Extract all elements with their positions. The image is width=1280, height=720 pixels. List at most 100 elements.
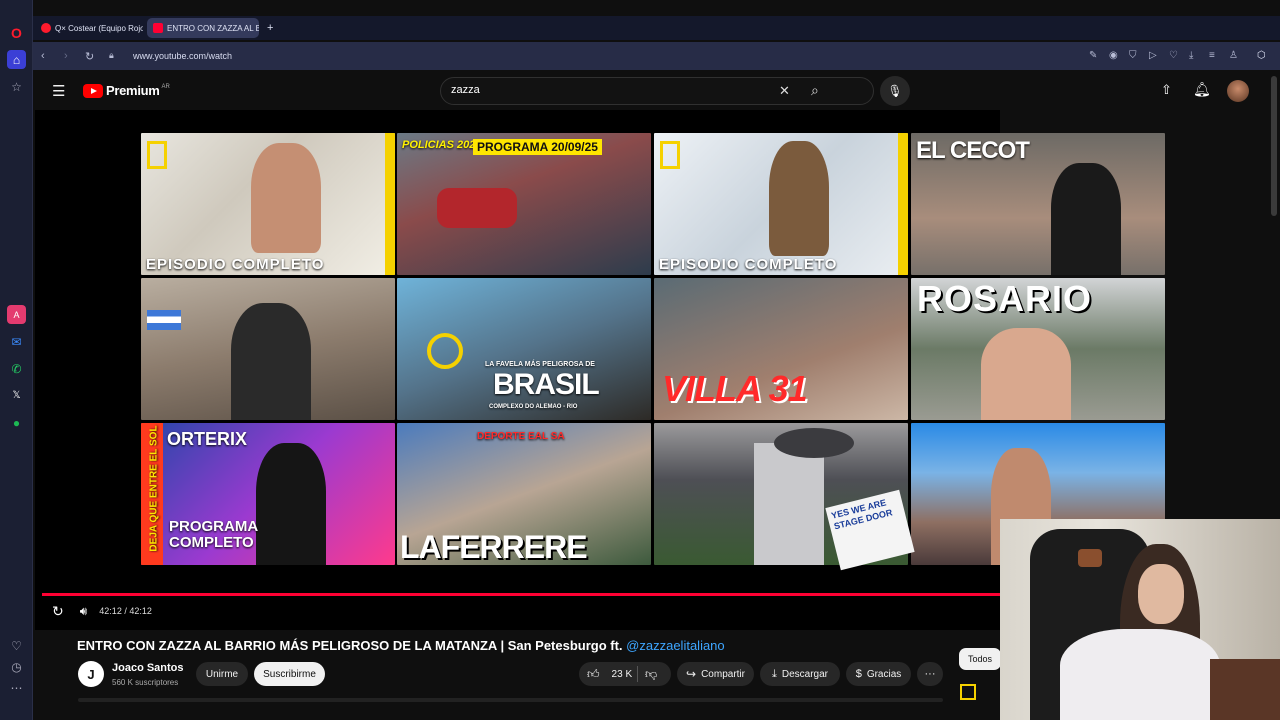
tab-costear[interactable]: Q× Costear (Equipo Rojo)	[35, 18, 143, 38]
progress-bar[interactable]	[42, 593, 1000, 596]
spotify-icon[interactable]: ●	[7, 413, 26, 432]
endscreen-video-tile[interactable]: LA FAVELA MÁS PELIGROSA DE BRASIL COMPLE…	[397, 278, 651, 420]
hamburger-menu-icon[interactable]: ☰	[52, 82, 65, 100]
tile-caption: EL CECOT	[916, 137, 1030, 164]
mention-link[interactable]: @zazzaelitaliano	[626, 638, 724, 653]
thanks-button[interactable]: $ Gracias	[846, 662, 911, 686]
like-icon[interactable]: 👍︎	[587, 667, 600, 682]
camera-icon[interactable]: ◉	[1109, 50, 1118, 61]
tab-bar: Q× Costear (Equipo Rojo) ENTRO CON ZAZZA…	[33, 16, 1280, 40]
bookmarks-icon[interactable]: ☆	[7, 77, 26, 96]
url-field[interactable]: www.youtube.com/watch	[133, 48, 232, 64]
chip-label: Todos	[967, 654, 993, 664]
aria-icon[interactable]: A	[7, 305, 26, 324]
microphone-icon: 🎙︎	[887, 84, 903, 98]
natgeo-thumbnail-icon[interactable]	[960, 684, 976, 700]
new-tab-button[interactable]: +	[262, 18, 280, 38]
youtube-favicon-icon	[153, 23, 163, 33]
endscreen-video-tile[interactable]: EPISODIO COMPLETO	[141, 133, 395, 275]
address-bar: ‹ › ↻ 🔒︎ www.youtube.com/watch ✎ ◉ ⛉ ▷ ♡…	[33, 42, 1280, 70]
replay-icon[interactable]: ↻	[52, 603, 64, 620]
subscriber-count: 560 K suscriptores	[112, 678, 179, 687]
youtube-play-logo-icon	[83, 83, 103, 98]
title-text: ENTRO CON ZAZZA AL BARRIO MÁS PELIGROSO …	[77, 638, 623, 653]
natgeo-logo-icon	[147, 141, 167, 169]
messenger-icon[interactable]: ✉	[7, 332, 26, 351]
search-input[interactable]	[451, 84, 771, 96]
scrollbar[interactable]	[1271, 76, 1277, 216]
endscreen-video-tile[interactable]: DEPORTE EAL SA LAFERRERE	[397, 423, 651, 565]
endscreen-video-tile[interactable]: DEJA QUE ENTRE EL SOL ORTERIX PROGRAMA C…	[141, 423, 395, 565]
youtube-logo[interactable]: Premium AR	[83, 83, 170, 98]
thanks-heart-icon: $	[855, 668, 862, 680]
youtube-header: ☰ Premium AR ✕ ⌕ 🎙︎ ⇧ 🔔︎	[35, 72, 1270, 110]
like-count: 23 K	[611, 668, 633, 680]
tile-subtitle: COMPLEXO DO ALEMAO - RIO	[489, 404, 578, 410]
x-twitter-icon[interactable]: 𝕏	[7, 386, 26, 405]
whatsapp-icon[interactable]: ✆	[7, 359, 26, 378]
avatar-initial: J	[87, 666, 95, 682]
subscribe-button[interactable]: Suscribirme	[254, 662, 325, 686]
play-icon[interactable]: ▷	[1149, 50, 1157, 61]
description-box[interactable]	[78, 698, 943, 702]
join-button[interactable]: Unirme	[196, 662, 248, 686]
search-icon[interactable]: ⌕	[811, 82, 819, 99]
history-icon[interactable]: ◷	[7, 657, 26, 676]
home-icon[interactable]: ⌂	[7, 50, 26, 69]
share-button[interactable]: ↪ Compartir	[677, 662, 754, 686]
more-icon[interactable]: ⋯	[7, 678, 26, 697]
endscreen-video-tile[interactable]: POLICIAS 2025 EN ACCION PROGRAMA 20/09/2…	[397, 133, 651, 275]
person-image	[981, 328, 1071, 420]
upload-icon[interactable]: ⇧	[1161, 82, 1172, 98]
tile-badge: ORTERIX	[167, 429, 248, 449]
opera-favicon-icon	[41, 23, 51, 33]
tile-badge: DEPORTE EAL SA	[477, 431, 565, 442]
share-icon: ↪	[686, 667, 697, 681]
tab-youtube-active[interactable]: ENTRO CON ZAZZA AL B...	[147, 18, 259, 38]
download-icon[interactable]: ⤓	[1189, 50, 1193, 61]
tile-caption: VILLA 31	[662, 368, 808, 409]
time-display: 42:12 / 42:12	[99, 606, 152, 616]
heart-icon[interactable]: ♡	[1169, 50, 1178, 61]
menu-lines-icon[interactable]: ≡	[1209, 50, 1215, 61]
endscreen-video-tile[interactable]: ROSARIO	[911, 278, 1165, 420]
towers-image	[754, 443, 824, 565]
clear-search-icon[interactable]: ✕	[779, 83, 790, 99]
person-image	[231, 303, 311, 420]
endscreen-video-tile[interactable]: EPISODIO COMPLETO	[654, 133, 908, 275]
tile-caption: EPISODIO COMPLETO	[146, 256, 325, 273]
dislike-icon[interactable]: 👎︎	[645, 667, 657, 682]
account-avatar[interactable]	[1227, 80, 1249, 102]
download-icon: ⤓	[771, 667, 777, 680]
like-dislike-group: 👍︎ 23 K 👎︎	[579, 662, 671, 686]
heart-icon[interactable]: ♡	[7, 636, 26, 655]
opera-logo-icon[interactable]: O	[7, 23, 26, 42]
extension-icon[interactable]: ⬡	[1257, 50, 1266, 61]
shield-icon[interactable]: ⛉	[1129, 50, 1137, 61]
forward-icon[interactable]: ›	[64, 50, 68, 62]
tab-title: ENTRO CON ZAZZA AL B...	[167, 23, 259, 33]
profile-icon[interactable]: ♙	[1229, 50, 1238, 61]
channel-name[interactable]: Joaco Santos	[112, 662, 184, 674]
divider	[637, 666, 638, 682]
smoke-image	[774, 428, 854, 458]
video-title: ENTRO CON ZAZZA AL BARRIO MÁS PELIGROSO …	[77, 638, 725, 653]
channel-avatar[interactable]: J	[78, 661, 104, 687]
endscreen-video-tile[interactable]: VILLA 31	[654, 278, 908, 420]
edit-icon[interactable]: ✎	[1089, 50, 1097, 61]
download-button[interactable]: ⤓ Descargar	[760, 662, 840, 686]
share-label: Compartir	[701, 668, 745, 680]
more-actions-button[interactable]: ···	[917, 662, 943, 686]
more-icon: ···	[924, 668, 936, 680]
volume-icon[interactable]: 🔊︎	[80, 604, 88, 619]
chip-all[interactable]: Todos	[959, 648, 1001, 670]
endscreen-video-tile[interactable]	[141, 278, 395, 420]
person-image	[256, 443, 326, 565]
lock-icon[interactable]: 🔒︎	[109, 50, 114, 61]
flag-image	[147, 310, 181, 330]
reload-icon[interactable]: ↻	[85, 50, 94, 63]
voice-search-button[interactable]: 🎙︎	[880, 76, 910, 106]
endscreen-video-tile[interactable]: EL CECOT	[911, 133, 1165, 275]
back-icon[interactable]: ‹	[41, 50, 45, 62]
notifications-bell-icon[interactable]: 🔔︎	[1193, 81, 1211, 98]
